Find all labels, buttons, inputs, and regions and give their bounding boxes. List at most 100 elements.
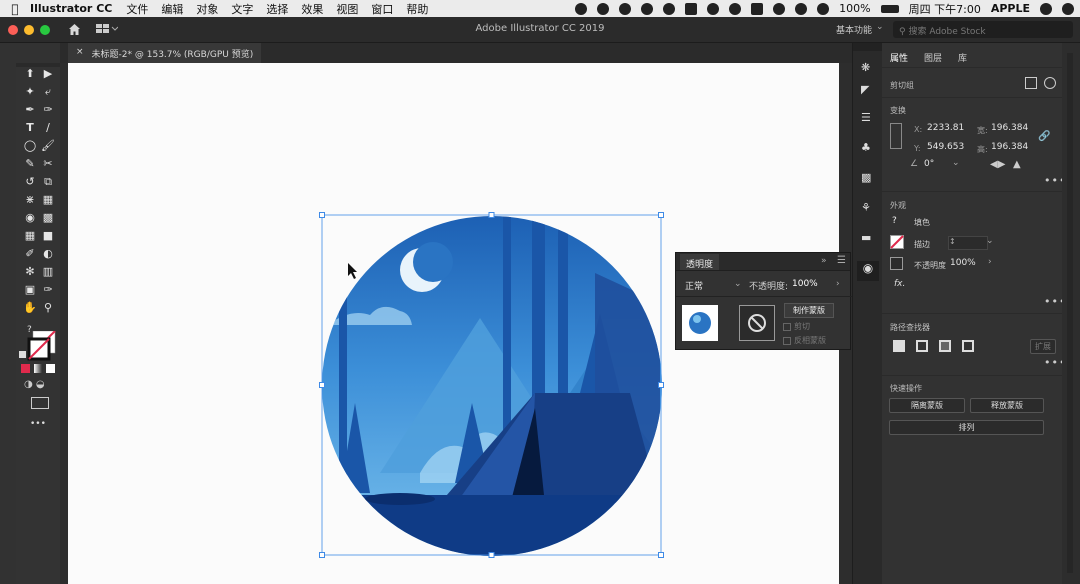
transparency-panel-icon[interactable]: ◉ — [857, 261, 879, 281]
invert-mask-checkbox[interactable] — [783, 336, 791, 345]
menu-view[interactable]: 视图 — [336, 1, 358, 17]
menu-file[interactable]: 文件 — [126, 1, 148, 17]
shaper-tool-icon[interactable]: ✎ — [21, 157, 39, 171]
rotate-tool-icon[interactable]: ↺ — [21, 175, 39, 189]
chevron-right-icon[interactable]: › — [836, 279, 840, 289]
stroke-panel-icon[interactable]: ☰ — [861, 111, 875, 125]
slice-tool-icon[interactable]: ✑ — [39, 283, 57, 297]
menu-effect[interactable]: 效果 — [301, 1, 323, 17]
minus-front-icon[interactable] — [916, 340, 928, 352]
panel-scrollbar[interactable] — [1062, 43, 1080, 584]
user-name[interactable]: APPLE — [991, 2, 1030, 15]
scissors-tool-icon[interactable]: ✂ — [39, 157, 57, 171]
fill-none-indicator[interactable]: ? — [892, 216, 897, 226]
app-name-menu[interactable]: Illustrator CC — [30, 2, 112, 15]
release-mask-button[interactable]: 释放蒙版 — [970, 398, 1044, 413]
opacity-input[interactable]: 100% — [792, 279, 818, 289]
scale-tool-icon[interactable]: ⧉ — [39, 175, 57, 189]
fill-stroke-swatch[interactable] — [19, 331, 59, 361]
magic-wand-tool-icon[interactable]: ✦ — [21, 85, 39, 99]
reference-point-icon[interactable] — [890, 123, 902, 149]
symbol-sprayer-tool-icon[interactable]: ✻ — [21, 265, 39, 279]
invert-mask-checkbox-row[interactable]: 反相蒙版 — [783, 335, 826, 346]
tab-properties[interactable]: 属性 — [890, 51, 908, 64]
pen-tool-icon[interactable]: ✒ — [21, 103, 39, 117]
flip-horizontal-icon[interactable]: ◀▶ — [990, 159, 1005, 170]
type-tool-icon[interactable]: T — [21, 121, 39, 135]
direct-selection-tool-icon[interactable]: ▶ — [39, 67, 57, 81]
document-tab[interactable]: × 未标题-2* @ 153.7% (RGB/GPU 预览) — [68, 43, 262, 63]
intersect-icon[interactable] — [939, 340, 951, 352]
free-transform-tool-icon[interactable]: ▦ — [39, 193, 57, 207]
opacity-input[interactable]: 100% — [950, 258, 986, 272]
crop-icon[interactable] — [1025, 77, 1037, 89]
perspective-tool-icon[interactable]: ▩ — [39, 211, 57, 225]
width-input[interactable]: 196.384 — [991, 123, 1028, 137]
fx-icon[interactable]: fx. — [894, 279, 905, 289]
chevron-right-icon[interactable]: › — [988, 257, 992, 267]
lasso-tool-icon[interactable]: ⤶ — [39, 85, 57, 99]
panel-menu-icon[interactable]: ☰ — [837, 255, 846, 266]
color-mode-icon[interactable] — [21, 364, 30, 373]
isolate-icon[interactable] — [1044, 77, 1056, 89]
column-graph-tool-icon[interactable]: ▥ — [39, 265, 57, 279]
menu-object[interactable]: 对象 — [196, 1, 218, 17]
shape-builder-tool-icon[interactable]: ◉ — [21, 211, 39, 225]
telegram-icon[interactable] — [597, 2, 610, 15]
constrain-proportions-icon[interactable]: 🔗 — [1038, 131, 1050, 142]
screen-mode-icon[interactable] — [31, 397, 49, 409]
gradient-mode-icon[interactable] — [33, 364, 43, 373]
mask-thumbnail-none-icon[interactable] — [739, 305, 775, 341]
blend-mode-select[interactable]: 正常 — [685, 279, 703, 292]
tab-layers[interactable]: 图层 — [924, 51, 942, 64]
menu-help[interactable]: 帮助 — [406, 1, 428, 17]
grid-icon[interactable] — [751, 2, 764, 15]
safari-icon[interactable] — [729, 2, 742, 15]
opacity-icon[interactable] — [890, 257, 903, 270]
none-mode-icon[interactable] — [46, 364, 56, 373]
stock-search-input[interactable]: ⚲ 搜索 Adobe Stock — [893, 21, 1073, 38]
hand-tool-icon[interactable]: ✋ — [21, 301, 39, 315]
ellipse-tool-icon[interactable]: ◯ — [21, 139, 39, 153]
scrollbar-track[interactable] — [1067, 53, 1073, 573]
search-icon[interactable] — [1040, 2, 1052, 15]
tab-libraries[interactable]: 库 — [958, 51, 967, 64]
gradient-tool-icon[interactable]: ■ — [39, 229, 57, 243]
blend-tool-icon[interactable]: ◐ — [39, 247, 57, 261]
line-tool-icon[interactable]: ∕ — [39, 121, 57, 135]
chevron-down-icon[interactable]: ⌄ — [952, 158, 960, 168]
width-tool-icon[interactable]: ⋇ — [21, 193, 39, 207]
color-guide-icon[interactable]: ❋ — [861, 61, 875, 75]
y-input[interactable]: 549.653 — [927, 142, 964, 156]
artboard-tool-icon[interactable]: ▣ — [21, 283, 39, 297]
stroke-weight-input[interactable]: ↕ — [948, 236, 988, 250]
arrange-button[interactable]: 排列 — [889, 420, 1044, 435]
sync-icon[interactable] — [707, 2, 720, 15]
draw-mode-icon[interactable]: ◑ ◒ — [24, 379, 45, 390]
height-input[interactable]: 196.384 — [991, 142, 1028, 156]
workspace-switcher[interactable]: 基本功能 — [836, 23, 872, 36]
swatches-icon[interactable]: ◤ — [861, 83, 875, 97]
record-icon[interactable] — [575, 2, 588, 15]
unite-icon[interactable] — [893, 340, 905, 352]
gradient-panel-icon[interactable]: ▬ — [861, 231, 875, 245]
menu-window[interactable]: 窗口 — [371, 1, 393, 17]
selection-tool-icon[interactable]: ⬆ — [21, 67, 39, 81]
screenshot-icon[interactable] — [685, 2, 698, 15]
volume-icon[interactable] — [817, 2, 830, 15]
transparency-panel-tab[interactable]: 透明度 — [680, 254, 720, 270]
libraries-icon[interactable]: ⚘ — [861, 201, 875, 215]
qq-icon[interactable] — [641, 2, 654, 15]
clip-checkbox[interactable] — [783, 322, 791, 331]
chevron-down-icon[interactable]: ⌄ — [734, 279, 742, 289]
collapse-panel-icon[interactable]: » — [821, 256, 827, 266]
weibo-icon[interactable] — [663, 2, 676, 15]
zoom-tool-icon[interactable]: ⚲ — [39, 301, 57, 315]
bluetooth-icon[interactable] — [773, 2, 786, 15]
x-input[interactable]: 2233.81 — [927, 123, 964, 137]
chevron-down-icon[interactable]: ⌄ — [876, 22, 884, 32]
paintbrush-tool-icon[interactable]: 🖌 — [39, 139, 57, 153]
menu-edit[interactable]: 编辑 — [161, 1, 183, 17]
artwork-thumbnail[interactable] — [682, 305, 718, 341]
curvature-tool-icon[interactable]: ✑ — [39, 103, 57, 117]
